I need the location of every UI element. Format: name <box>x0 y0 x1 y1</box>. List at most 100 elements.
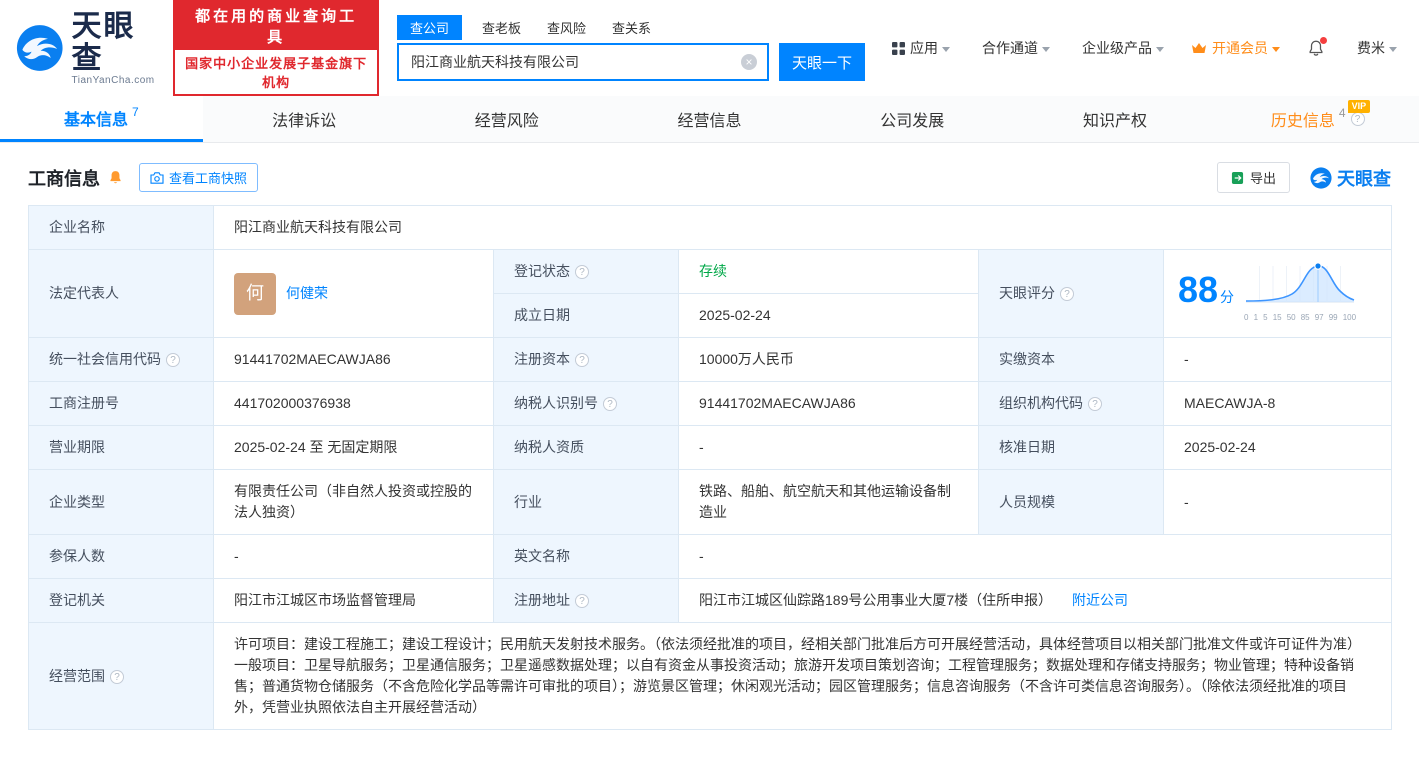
value-taxpayer-id: 91441702MAECAWJA86 <box>678 381 979 426</box>
slogan-banner: 都在用的商业查询工具 国家中小企业发展子基金旗下机构 <box>173 0 379 96</box>
snapshot-button[interactable]: 查看工商快照 <box>139 163 259 192</box>
value-registration-number: 441702000376938 <box>213 381 494 426</box>
nav-enterprise-label: 企业级产品 <box>1082 40 1152 56</box>
label-establish-date: 成立日期 <box>493 293 679 338</box>
clear-search-icon[interactable]: × <box>741 54 757 70</box>
watermark-label: 天眼查 <box>1337 168 1391 189</box>
page-tabs: 基本信息 7 法律诉讼 经营风险 经营信息 公司发展 知识产权 VIP 历史信息… <box>0 96 1419 143</box>
nav-enterprise-products[interactable]: 企业级产品 <box>1077 38 1164 58</box>
row-insured-count: 参保人数 - 英文名称 - <box>28 534 1393 579</box>
nearby-companies-link[interactable]: 附近公司 <box>1072 592 1128 608</box>
value-establish-date: 2025-02-24 <box>678 293 979 338</box>
label-registered-capital: 注册资本? <box>493 337 679 382</box>
search-button[interactable]: 天眼一下 <box>779 43 865 81</box>
tab-operating-info[interactable]: 经营信息 <box>608 96 811 142</box>
tab-company-development[interactable]: 公司发展 <box>811 96 1014 142</box>
value-legal-representative: 何 何健荣 <box>213 249 494 338</box>
label-org-code: 组织机构代码? <box>978 381 1164 426</box>
label-business-scope: 经营范围? <box>28 622 214 730</box>
label-registration-number: 工商注册号 <box>28 381 214 426</box>
help-icon[interactable]: ? <box>166 353 180 367</box>
section-title: 工商信息 <box>28 168 100 189</box>
nav-vip-label: 开通会员 <box>1212 40 1268 56</box>
search-tab-boss[interactable]: 查老板 <box>482 15 521 40</box>
help-icon[interactable]: ? <box>1060 287 1074 301</box>
label-company-type: 企业类型 <box>28 469 214 535</box>
row-registration-number: 工商注册号 441702000376938 纳税人识别号? 91441702MA… <box>28 381 1393 426</box>
value-taxpayer-quality: - <box>678 425 979 470</box>
row-registration-authority: 登记机关 阳江市江城区市场监督管理局 注册地址? 阳江市江城区仙踪路189号公用… <box>28 578 1393 623</box>
nav-apps[interactable]: 应用 <box>892 38 950 58</box>
nav-apps-label: 应用 <box>910 40 938 56</box>
search-row: × 天眼一下 <box>397 43 865 81</box>
section-header: 工商信息 查看工商快照 导出 天眼查 <box>28 162 1391 193</box>
camera-icon <box>150 171 164 184</box>
value-english-name: - <box>677 534 1393 579</box>
help-icon[interactable]: ? <box>575 594 589 608</box>
label-registration-authority: 登记机关 <box>28 578 214 623</box>
tianyancha-watermark: 天眼查 <box>1310 165 1391 191</box>
label-tianyan-score: 天眼评分? <box>978 249 1164 338</box>
value-org-code: MAECAWJA-8 <box>1162 381 1393 426</box>
top-nav: 应用 合作通道 企业级产品 开通会员 费米 <box>865 37 1403 58</box>
tab-history-label: 历史信息 <box>1270 113 1335 130</box>
notification-bell[interactable] <box>1307 37 1327 57</box>
label-insured-count: 参保人数 <box>28 534 214 579</box>
nav-open-vip[interactable]: 开通会员 <box>1191 38 1280 58</box>
caret-down-icon <box>1042 46 1050 52</box>
status-badge: 存续 <box>699 263 727 279</box>
tab-basic-info[interactable]: 基本信息 7 <box>0 96 203 142</box>
tab-ip-label: 知识产权 <box>1082 113 1147 130</box>
row-business-term: 营业期限 2025-02-24 至 无固定期限 纳税人资质 - 核准日期 202… <box>28 425 1393 470</box>
monitor-bell-icon[interactable] <box>108 170 123 185</box>
tab-intellectual-property[interactable]: 知识产权 <box>1014 96 1217 142</box>
label-registered-address: 注册地址? <box>493 578 679 623</box>
caret-down-icon <box>942 46 950 52</box>
apps-grid-icon <box>892 41 905 55</box>
tab-legal-proceedings[interactable]: 法律诉讼 <box>203 96 406 142</box>
value-credit-code: 91441702MAECAWJA86 <box>213 337 494 382</box>
help-icon[interactable]: ? <box>603 397 617 411</box>
help-icon[interactable]: ? <box>575 353 589 367</box>
tianyancha-watermark-icon <box>1310 166 1332 189</box>
export-button[interactable]: 导出 <box>1216 162 1290 193</box>
help-icon[interactable]: ? <box>1088 397 1102 411</box>
caret-down-icon <box>1156 46 1164 52</box>
value-registered-address: 阳江市江城区仙踪路189号公用事业大厦7楼（住所申报） 附近公司 <box>677 578 1393 623</box>
tab-risk-label: 经营风险 <box>474 113 539 130</box>
logo-domain: TianYanCha.com <box>71 74 155 86</box>
nav-user-menu[interactable]: 费米 <box>1352 38 1397 58</box>
search-tab-relation[interactable]: 查关系 <box>612 15 651 40</box>
notification-dot <box>1320 37 1327 44</box>
tianyancha-logo[interactable]: 天眼查 TianYanCha.com <box>16 10 159 86</box>
crown-icon <box>1192 43 1206 53</box>
search-input[interactable] <box>399 54 741 70</box>
help-icon[interactable]: ? <box>110 669 124 684</box>
tab-operation-label: 经营信息 <box>677 113 742 130</box>
legal-rep-avatar[interactable]: 何 <box>234 272 276 315</box>
label-approval-date: 核准日期 <box>978 425 1164 470</box>
label-taxpayer-id: 纳税人识别号? <box>493 381 679 426</box>
business-info-table: 企业名称 阳江商业航天科技有限公司 法定代表人 何 何健荣 登记状态? 存续 天… <box>28 205 1393 730</box>
value-business-term: 2025-02-24 至 无固定期限 <box>213 425 494 470</box>
label-legal-representative: 法定代表人 <box>28 249 214 338</box>
help-icon[interactable]: ? <box>575 265 589 279</box>
row-credit-code: 统一社会信用代码? 91441702MAECAWJA86 注册资本? 10000… <box>28 337 1393 382</box>
nav-cooperation[interactable]: 合作通道 <box>977 38 1050 58</box>
legal-rep-link[interactable]: 何健荣 <box>286 283 328 304</box>
label-business-term: 营业期限 <box>28 425 214 470</box>
help-icon[interactable]: ? <box>1350 112 1365 126</box>
value-approval-date: 2025-02-24 <box>1162 425 1393 470</box>
score-number: 88 分 <box>1178 269 1235 310</box>
label-taxpayer-quality: 纳税人资质 <box>493 425 679 470</box>
search-tab-company[interactable]: 查公司 <box>397 15 463 40</box>
score-widget[interactable]: 88 分 0 1 5 15 50 85 97 99 100 <box>1178 260 1377 328</box>
value-business-scope: 许可项目：建设工程施工；建设工程设计；民用航天发射技术服务。（依法须经批准的项目… <box>212 622 1393 730</box>
search-tab-risk[interactable]: 查风险 <box>547 15 586 40</box>
slogan-line2: 国家中小企业发展子基金旗下机构 <box>185 56 368 90</box>
tab-development-label: 公司发展 <box>880 113 945 130</box>
value-insured-count: - <box>213 534 494 579</box>
row-company-name: 企业名称 阳江商业航天科技有限公司 <box>28 205 1393 250</box>
tab-history-info[interactable]: VIP 历史信息 4 ? <box>1216 96 1419 142</box>
tab-operating-risk[interactable]: 经营风险 <box>405 96 608 142</box>
